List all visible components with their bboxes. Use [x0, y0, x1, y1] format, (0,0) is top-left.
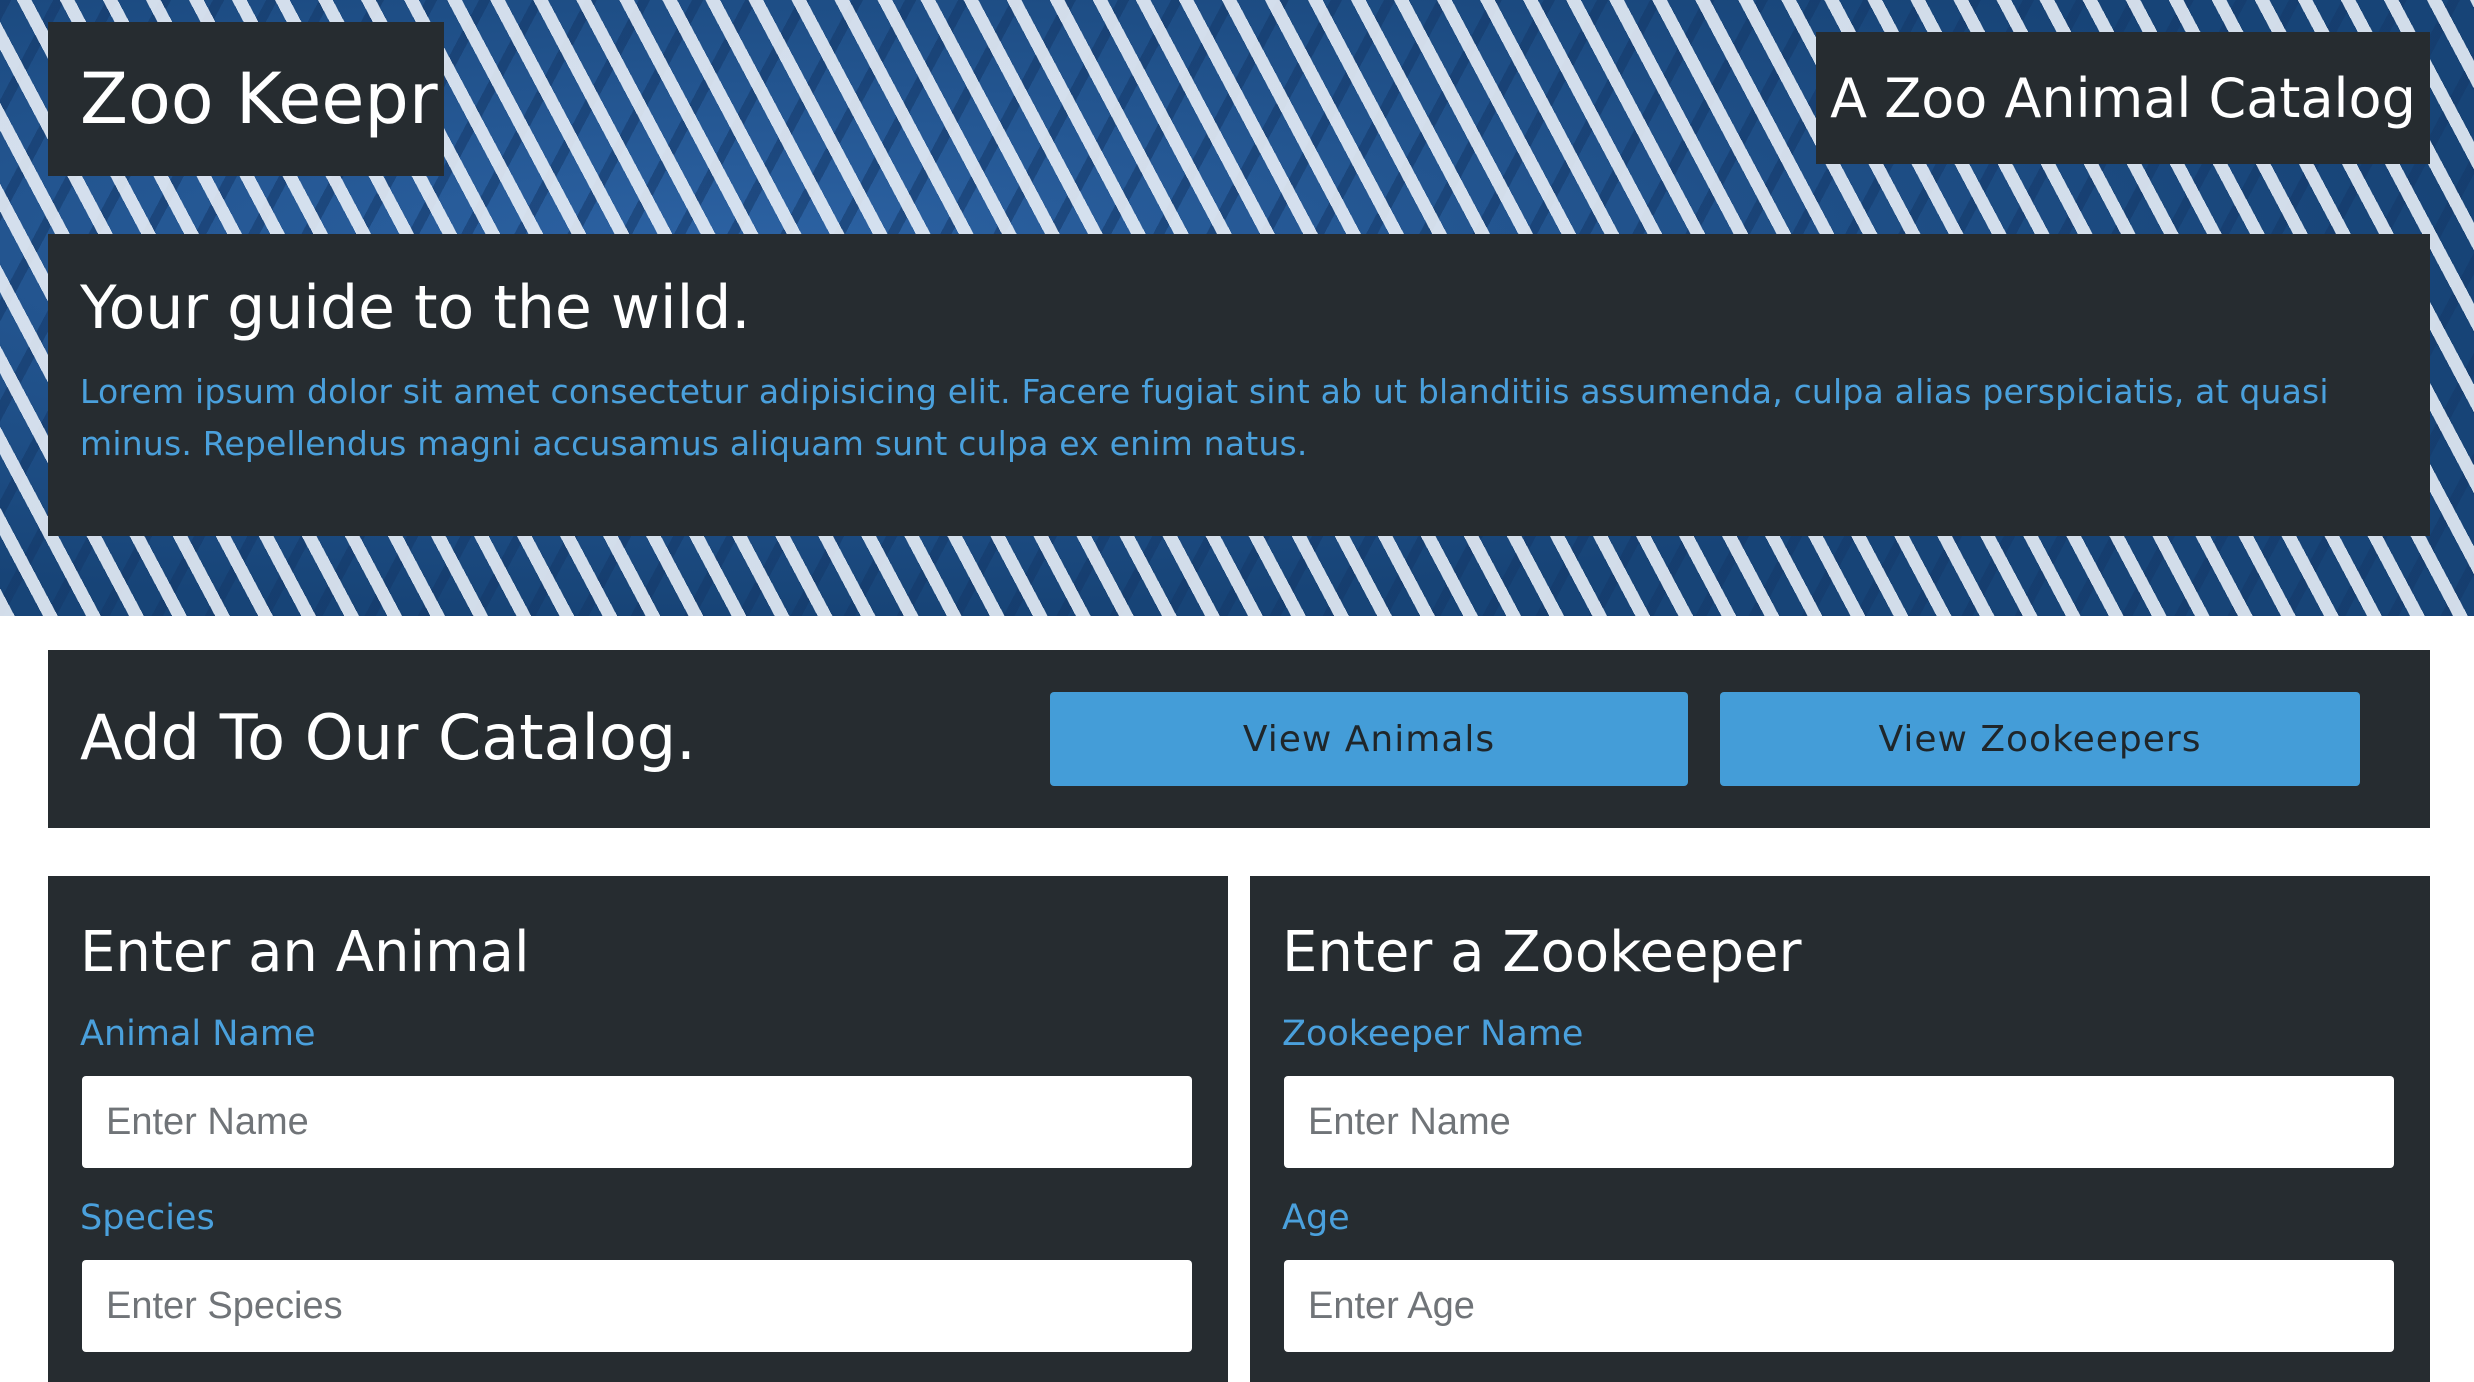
species-input[interactable] [82, 1260, 1192, 1352]
site-brand[interactable]: Zoo Keepr [48, 22, 444, 176]
animal-name-input[interactable] [82, 1076, 1192, 1168]
brand-title: Zoo Keepr [80, 58, 438, 140]
animal-name-label: Animal Name [80, 1014, 316, 1054]
view-animals-button[interactable]: View Animals [1050, 692, 1688, 786]
intro-heading: Your guide to the wild. [80, 273, 751, 343]
tagline-text: A Zoo Animal Catalog [1830, 66, 2416, 130]
animal-form: Enter an Animal Animal Name Species [48, 876, 1228, 1382]
intro-body: Lorem ipsum dolor sit amet consectetur a… [80, 372, 2329, 463]
catalog-title: Add To Our Catalog. [80, 701, 696, 774]
age-input[interactable] [1284, 1260, 2394, 1352]
zookeeper-form-title: Enter a Zookeeper [1282, 920, 1802, 985]
catalog-bar: Add To Our Catalog. View Animals View Zo… [48, 650, 2430, 828]
intro-panel: Your guide to the wild. Lorem ipsum dolo… [48, 234, 2430, 536]
zookeeper-name-label: Zookeeper Name [1282, 1014, 1584, 1054]
site-tagline: A Zoo Animal Catalog [1816, 32, 2430, 164]
age-label: Age [1282, 1198, 1350, 1238]
zebra-hero-banner: Zoo Keepr A Zoo Animal Catalog Your guid… [0, 0, 2474, 616]
animal-form-title: Enter an Animal [80, 920, 530, 985]
zookeeper-form: Enter a Zookeeper Zookeeper Name Age [1250, 876, 2430, 1382]
species-label: Species [80, 1198, 215, 1238]
view-zookeepers-button[interactable]: View Zookeepers [1720, 692, 2360, 786]
zookeeper-name-input[interactable] [1284, 1076, 2394, 1168]
